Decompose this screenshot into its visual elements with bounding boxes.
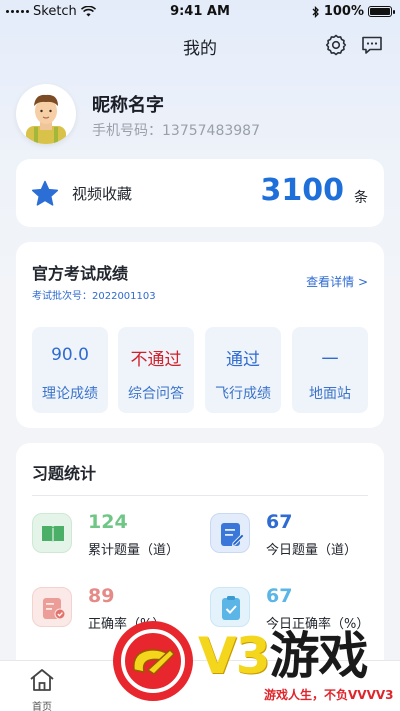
home-icon — [30, 669, 54, 691]
score-label: 飞行成绩 — [215, 386, 271, 402]
score-ground-station[interactable]: 一 地面站 — [292, 327, 368, 413]
favorites-count: 3100 — [260, 173, 345, 208]
score-label: 地面站 — [309, 386, 351, 402]
watermark-logo — [113, 621, 193, 701]
status-bar: Sketch 9:41 AM 100% — [0, 0, 400, 24]
status-right: 100% — [312, 4, 395, 19]
exam-batch-number: 考试批次号：2022001103 — [32, 291, 156, 302]
video-favorites-card[interactable]: 视频收藏 3100 条 — [16, 159, 384, 227]
score-value: 不通过 — [130, 350, 182, 370]
watermark: V3游戏 游戏人生，不负VVVV3 — [112, 614, 400, 711]
book-icon — [32, 513, 72, 553]
stat-accuracy-value: 89 — [88, 585, 115, 607]
score-label: 理论成绩 — [42, 386, 98, 402]
score-theory[interactable]: 90.0 理论成绩 — [32, 327, 108, 413]
watermark-slogan: 游戏人生，不负VVVV3 — [264, 688, 394, 702]
stat-total-label: 累计题量（道） — [88, 543, 180, 558]
nickname: 昵称名字 — [92, 95, 164, 116]
watermark-brand: V3游戏 — [198, 627, 369, 685]
avatar[interactable] — [16, 84, 76, 144]
favorites-unit: 条 — [354, 190, 368, 206]
battery-icon — [368, 6, 395, 17]
stat-today-value: 67 — [266, 511, 293, 533]
score-label: 综合问答 — [128, 386, 184, 402]
edit-document-icon — [210, 513, 250, 553]
stat-total-value: 124 — [88, 511, 128, 533]
score-value: 一 — [321, 350, 339, 370]
exam-title: 官方考试成绩 — [32, 264, 129, 283]
stat-today-accuracy-value: 67 — [266, 585, 293, 607]
stats-title: 习题统计 — [32, 464, 97, 483]
stat-today-label: 今日题量（道） — [266, 543, 358, 558]
settings-icon[interactable] — [324, 33, 348, 57]
view-details-link[interactable]: 查看详情 > — [306, 273, 368, 290]
exam-results-card: 官方考试成绩 考试批次号：2022001103 查看详情 > 90.0 理论成绩… — [16, 242, 384, 428]
tab-home[interactable]: 首页 — [20, 667, 64, 711]
tab-home-label: 首页 — [32, 702, 52, 711]
phone-number: 手机号码：13757483987 — [92, 123, 260, 139]
score-flight[interactable]: 通过 飞行成绩 — [205, 327, 281, 413]
battery-percent: 100% — [323, 4, 364, 19]
document-check-icon — [32, 587, 72, 627]
star-icon — [31, 180, 59, 206]
score-value: 90.0 — [51, 345, 89, 365]
message-icon[interactable] — [360, 33, 384, 57]
bluetooth-icon — [312, 5, 319, 18]
divider — [32, 495, 368, 496]
score-comprehensive[interactable]: 不通过 综合问答 — [118, 327, 194, 413]
favorites-label: 视频收藏 — [72, 185, 133, 203]
score-value: 通过 — [226, 350, 260, 370]
